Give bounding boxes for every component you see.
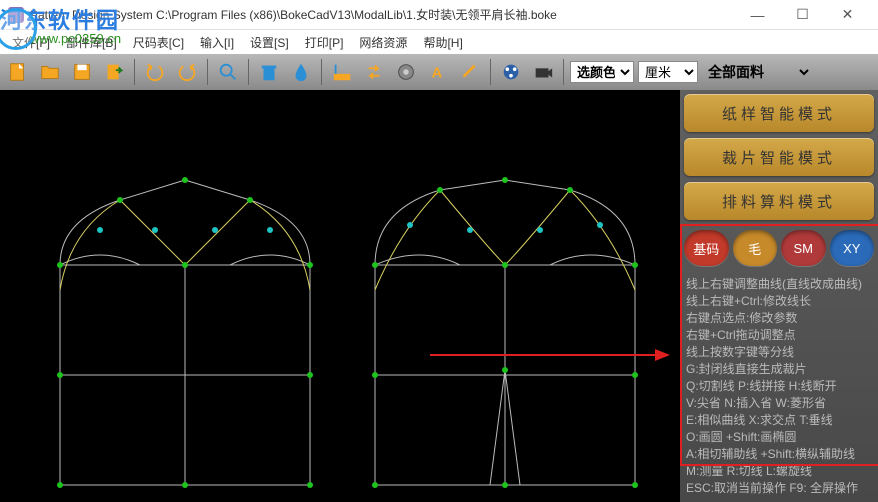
menu-settings[interactable]: 设置[S] — [244, 32, 295, 53]
text-a-icon[interactable]: A — [424, 58, 452, 86]
size-pill-row: 基码 毛 SM XY — [684, 226, 874, 268]
unit-select[interactable]: 厘米 — [638, 61, 698, 83]
help-line: 线上右键+Ctrl:修改线长 — [686, 293, 874, 310]
shortcut-help-panel: 线上右键调整曲线(直线改成曲线) 线上右键+Ctrl:修改线长 右键点选点:修改… — [684, 274, 874, 502]
help-line: 右键点选点:修改参数 — [686, 310, 874, 327]
menu-netres[interactable]: 网络资源 — [353, 32, 413, 53]
pattern-smart-mode-button[interactable]: 纸样智能模式 — [684, 94, 874, 132]
pill-hair[interactable]: 毛 — [733, 230, 778, 266]
film-icon[interactable] — [497, 58, 525, 86]
trash-icon[interactable] — [255, 58, 283, 86]
pattern-drawing — [0, 90, 680, 502]
svg-text:A: A — [432, 66, 443, 82]
save-icon[interactable] — [68, 58, 96, 86]
help-line: V:尖省 N:插入省 W:菱形省 — [686, 395, 874, 412]
zoom-icon[interactable] — [214, 58, 242, 86]
menu-parts[interactable]: 部件库[B] — [60, 32, 123, 53]
layout-calc-mode-button[interactable]: 排料算料模式 — [684, 182, 874, 220]
help-line: ESC:取消当前操作 F9: 全屏操作 — [686, 480, 874, 497]
menu-file[interactable]: 文件[F] — [6, 32, 56, 53]
pill-sm[interactable]: SM — [781, 230, 826, 266]
window-controls: — ☐ ✕ — [735, 1, 870, 29]
pattern-canvas[interactable] — [0, 90, 680, 502]
help-line: E:相似曲线 X:求交点 T:垂线 — [686, 412, 874, 429]
open-folder-icon[interactable] — [36, 58, 64, 86]
window-titlebar: Pattern Design System C:\Program Files (… — [0, 0, 878, 30]
menu-print[interactable]: 打印[P] — [299, 32, 350, 53]
color-select[interactable]: 选颜色 — [570, 61, 634, 83]
cut-smart-mode-button[interactable]: 裁片智能模式 — [684, 138, 874, 176]
help-line: 线上按数字键等分线 — [686, 344, 874, 361]
help-line: G:封闭线直接生成裁片 — [686, 361, 874, 378]
app-icon — [8, 7, 24, 23]
menu-input[interactable]: 输入[I] — [194, 32, 240, 53]
menu-bar: 文件[F] 部件库[B] 尺码表[C] 输入[I] 设置[S] 打印[P] 网络… — [0, 30, 878, 54]
close-button[interactable]: ✕ — [825, 1, 870, 29]
wheel-icon[interactable] — [392, 58, 420, 86]
toolbar: A 选颜色 厘米 全部面料 — [0, 54, 878, 90]
pill-base[interactable]: 基码 — [684, 230, 729, 266]
pill-xy[interactable]: XY — [830, 230, 875, 266]
help-line: 右键+Ctrl拖动调整点 — [686, 327, 874, 344]
material-select[interactable]: 全部面料 — [702, 61, 812, 83]
swap-icon[interactable] — [360, 58, 388, 86]
maximize-button[interactable]: ☐ — [780, 1, 825, 29]
help-line: M:测量 R:切线 L:螺旋线 — [686, 463, 874, 480]
brush-icon[interactable] — [456, 58, 484, 86]
export-icon[interactable] — [100, 58, 128, 86]
help-line: Q:切割线 P:线拼接 H:线断开 — [686, 378, 874, 395]
help-line: 线上右键调整曲线(直线改成曲线) — [686, 276, 874, 293]
water-drop-icon[interactable] — [287, 58, 315, 86]
measure-icon[interactable] — [328, 58, 356, 86]
camera-icon[interactable] — [529, 58, 557, 86]
help-line: A:相切辅助线 +Shift:横纵辅助线 — [686, 446, 874, 463]
undo-icon[interactable] — [141, 58, 169, 86]
new-file-icon[interactable] — [4, 58, 32, 86]
window-title: Pattern Design System C:\Program Files (… — [30, 6, 557, 23]
mode-sidebar: 纸样智能模式 裁片智能模式 排料算料模式 基码 毛 SM XY 线上右键调整曲线… — [680, 90, 878, 502]
help-line: O:画圆 +Shift:画椭圆 — [686, 429, 874, 446]
minimize-button[interactable]: — — [735, 1, 780, 29]
redo-icon[interactable] — [173, 58, 201, 86]
menu-size[interactable]: 尺码表[C] — [127, 32, 190, 53]
menu-help[interactable]: 帮助[H] — [417, 32, 468, 53]
